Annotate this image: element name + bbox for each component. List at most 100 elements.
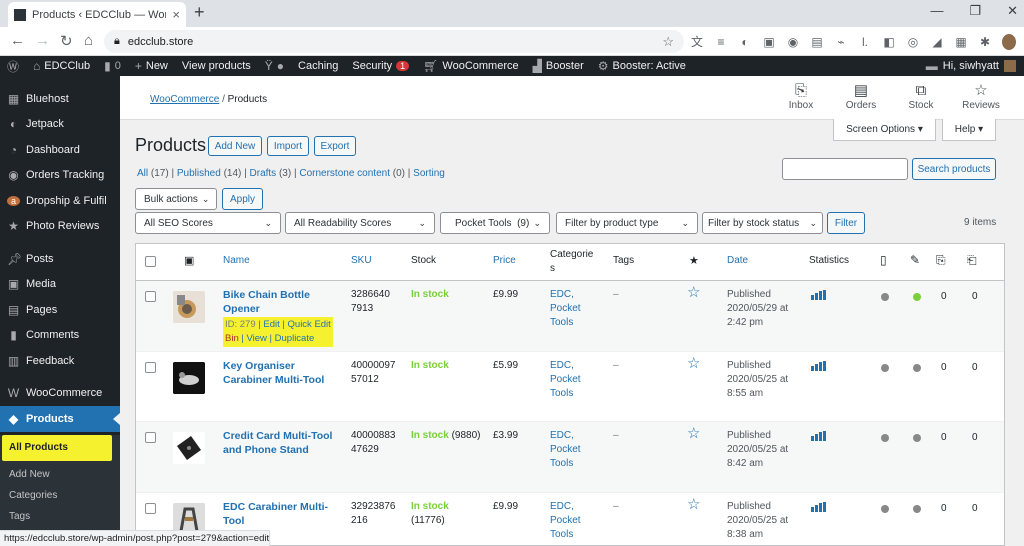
product-name-link[interactable]: Credit Card Multi-Tool and Phone Stand (223, 429, 343, 457)
sidebar-item-dashboard[interactable]: ◔ Dashboard (0, 137, 120, 163)
view-all-link[interactable]: All (17) (137, 168, 169, 179)
extension-icon[interactable]: ◐ (738, 35, 752, 49)
submenu-all-products[interactable]: All Products (2, 434, 112, 461)
booster-link[interactable]: ▟ Booster (526, 59, 591, 73)
column-price[interactable]: Price (493, 255, 516, 266)
stock-status-select[interactable]: Filter by stock status ⌄ (702, 212, 823, 234)
product-thumbnail[interactable] (173, 361, 205, 394)
import-button[interactable]: Import (267, 136, 309, 156)
featured-star-icon[interactable]: ☆ (687, 356, 700, 371)
minimize-icon[interactable]: — (930, 3, 943, 19)
address-bar[interactable]: 🔒︎ edcclub.store ☆ (104, 30, 684, 53)
submenu-tags[interactable]: Tags (0, 506, 120, 527)
statistics-bars-icon[interactable] (811, 501, 826, 512)
security-link[interactable]: Security 1 (345, 60, 416, 72)
product-thumbnail[interactable] (173, 291, 205, 323)
statistics-bars-icon[interactable] (811, 290, 826, 300)
color-picker-extension-icon[interactable]: ◢ (930, 35, 944, 49)
product-name-link[interactable]: Bike Chain Bottle Opener (223, 288, 333, 316)
seo-score-select[interactable]: All SEO Scores ⌄ (135, 212, 281, 234)
orders-button[interactable]: ▤ Orders (835, 82, 887, 111)
column-date[interactable]: Date (727, 255, 748, 266)
pdf-extension-icon[interactable]: ▤ (810, 35, 824, 49)
add-new-button[interactable]: Add New (208, 136, 262, 156)
export-button[interactable]: Export (314, 136, 356, 156)
bin-link[interactable]: Bin (225, 333, 239, 344)
new-tab-icon[interactable]: + (194, 2, 205, 23)
view-published-link[interactable]: Published (14) (177, 168, 242, 179)
search-input[interactable] (782, 158, 908, 180)
submenu-categories[interactable]: Categories (0, 485, 120, 506)
select-all-checkbox[interactable] (145, 256, 156, 267)
my-account-link[interactable]: ▬ Hi, siwhyatt (926, 59, 1024, 73)
wp-logo[interactable]: Ⓦ (0, 58, 26, 75)
view-drafts-link[interactable]: Drafts (3) (250, 168, 292, 179)
caching-link[interactable]: Caching (291, 60, 345, 72)
readability-select[interactable]: All Readability Scores ⌄ (285, 212, 435, 234)
stock-button[interactable]: ⧉ Stock (895, 82, 947, 111)
new-content-link[interactable]: + New (128, 59, 175, 73)
sidebar-item-media[interactable]: ▣ Media (0, 272, 120, 298)
extension-icon[interactable]: ◧ (882, 35, 896, 49)
sidebar-item-pages[interactable]: ▤ Pages (0, 297, 120, 323)
row-checkbox[interactable] (145, 361, 156, 373)
apply-button[interactable]: Apply (222, 188, 263, 210)
close-window-icon[interactable]: ✕ (1007, 3, 1018, 19)
reviews-button[interactable]: ☆ Reviews (955, 82, 1007, 111)
product-name-link[interactable]: Key Organiser Carabiner Multi-Tool (223, 359, 343, 387)
translate-extension-icon[interactable]: 文 (690, 33, 704, 50)
row-checkbox[interactable] (145, 432, 156, 443)
extension-icon[interactable]: l. (858, 35, 872, 49)
categories-cell[interactable]: EDC, Pocket Tools (550, 359, 595, 401)
site-name-link[interactable]: ⌂ EDCClub (26, 59, 97, 73)
submenu-add-new[interactable]: Add New (0, 464, 120, 485)
forward-icon[interactable]: → (35, 32, 50, 49)
buffer-extension-icon[interactable]: ≡ (714, 35, 728, 49)
view-sorting-link[interactable]: Sorting (413, 168, 445, 179)
sidebar-item-dropship[interactable]: a Dropship & Fulfil (0, 188, 120, 214)
comments-link[interactable]: ▮ 0 (97, 59, 128, 73)
bulk-actions-select[interactable]: Bulk actions ⌄ (135, 188, 217, 210)
category-select[interactable]: Pocket Tools (9) ⌄ (440, 212, 550, 234)
close-tab-icon[interactable]: × (172, 7, 180, 22)
sidebar-item-posts[interactable]: 📌︎ Posts (0, 246, 120, 272)
column-name[interactable]: Name (223, 255, 250, 266)
screen-options-button[interactable]: Screen Options ▾ (833, 119, 936, 141)
filter-button[interactable]: Filter (827, 212, 865, 234)
extension-icon[interactable]: ▣ (762, 35, 776, 49)
product-name-link[interactable]: EDC Carabiner Multi-Tool (223, 500, 343, 528)
help-button[interactable]: Help ▾ (942, 119, 996, 141)
sidebar-item-feedback[interactable]: ▥ Feedback (0, 348, 120, 374)
extension-icon[interactable]: ▦ (954, 35, 968, 49)
statistics-bars-icon[interactable] (811, 431, 826, 441)
featured-star-icon[interactable]: ★ (689, 254, 699, 267)
categories-cell[interactable]: EDC, Pocket Tools (550, 288, 595, 330)
reload-icon[interactable]: ↻ (60, 32, 73, 50)
yoast-link[interactable]: Ÿ ● (258, 59, 291, 73)
row-checkbox[interactable] (145, 502, 156, 514)
puzzle-extensions-icon[interactable]: ✱ (978, 35, 992, 49)
featured-star-icon[interactable]: ☆ (687, 285, 700, 300)
lock-icon[interactable]: 🔒︎ (114, 35, 120, 48)
view-link[interactable]: View (246, 333, 266, 344)
sidebar-item-jetpack[interactable]: ◐ Jetpack (0, 112, 120, 138)
extension-icon[interactable]: ⌁ (834, 35, 848, 49)
product-type-select[interactable]: Filter by product type ⌄ (556, 212, 698, 234)
inbox-button[interactable]: ⎘ Inbox (775, 82, 827, 111)
row-checkbox[interactable] (145, 291, 156, 302)
camera-extension-icon[interactable]: ◎ (906, 35, 920, 49)
sidebar-item-comments[interactable]: ▮ Comments (0, 323, 120, 349)
home-icon[interactable]: ⌂ (84, 32, 93, 49)
breadcrumb-woocommerce-link[interactable]: WooCommerce (150, 94, 219, 105)
extension-icon[interactable]: ◉ (786, 35, 800, 49)
statistics-bars-icon[interactable] (811, 360, 826, 371)
column-sku[interactable]: SKU (351, 255, 372, 266)
sidebar-item-photo-reviews[interactable]: ★ Photo Reviews (0, 214, 120, 240)
duplicate-link[interactable]: Duplicate (275, 333, 315, 344)
profile-avatar[interactable] (1002, 33, 1016, 50)
view-products-link[interactable]: View products (175, 60, 258, 72)
view-cornerstone-link[interactable]: Cornerstone content (0) (299, 168, 405, 179)
quick-edit-link[interactable]: Quick Edit (288, 319, 331, 330)
browser-tab[interactable]: Products ‹ EDCClub — WordPress × (8, 2, 186, 27)
edit-link[interactable]: Edit (263, 319, 279, 330)
